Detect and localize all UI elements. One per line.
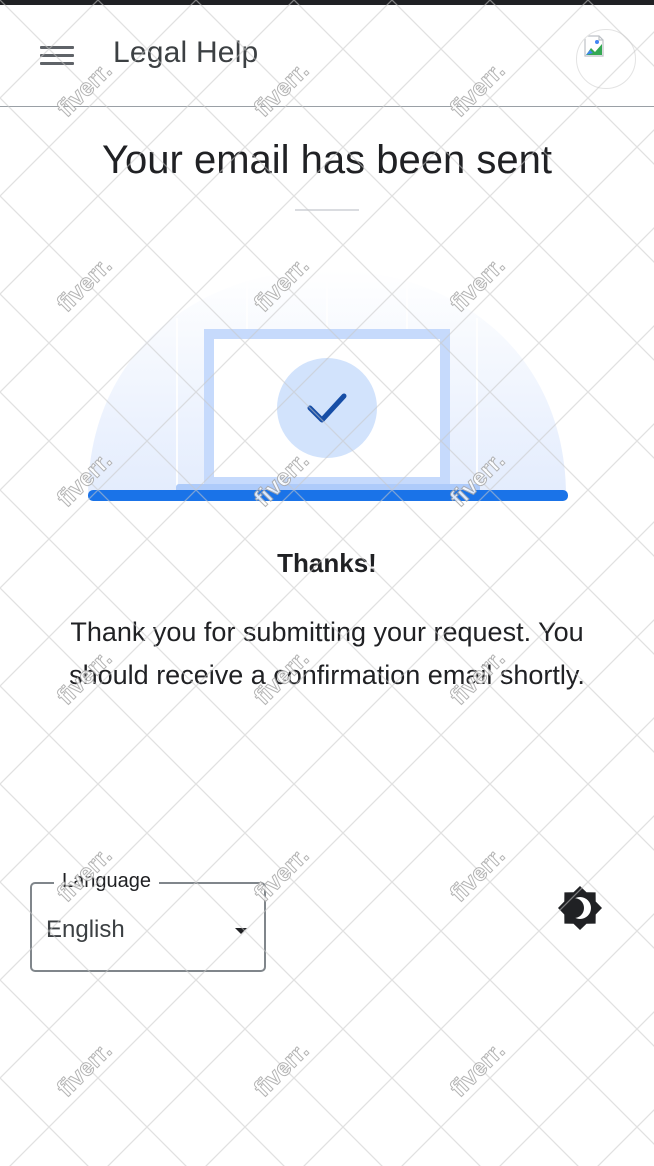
language-value: English — [46, 916, 125, 943]
laptop-checkmark-illustration — [88, 270, 568, 501]
watermark-text: fiverr. — [52, 1037, 117, 1102]
watermark-text: fiverr. — [445, 1037, 510, 1102]
watermark-text: fiverr. — [445, 842, 510, 907]
page-title: Your email has been sent — [102, 138, 552, 182]
confirmation-message: Thank you for submitting your request. Y… — [69, 617, 585, 690]
dropdown-arrow-icon — [235, 928, 247, 934]
thanks-heading: Thanks! — [277, 548, 377, 578]
avatar[interactable] — [576, 29, 636, 89]
app-bar: Legal Help — [0, 5, 654, 107]
language-select[interactable]: Language English — [30, 870, 266, 972]
screen: Legal Help Your email has been sent Than… — [0, 0, 654, 1166]
language-label: Language — [54, 870, 159, 893]
broken-image-icon — [584, 35, 604, 57]
app-title: Legal Help — [113, 36, 259, 69]
brightness-toggle-icon — [558, 886, 602, 930]
theme-toggle-button[interactable] — [556, 884, 604, 932]
watermark-text: fiverr. — [249, 1037, 314, 1102]
hamburger-menu-icon[interactable] — [40, 43, 74, 69]
title-divider — [295, 209, 359, 211]
